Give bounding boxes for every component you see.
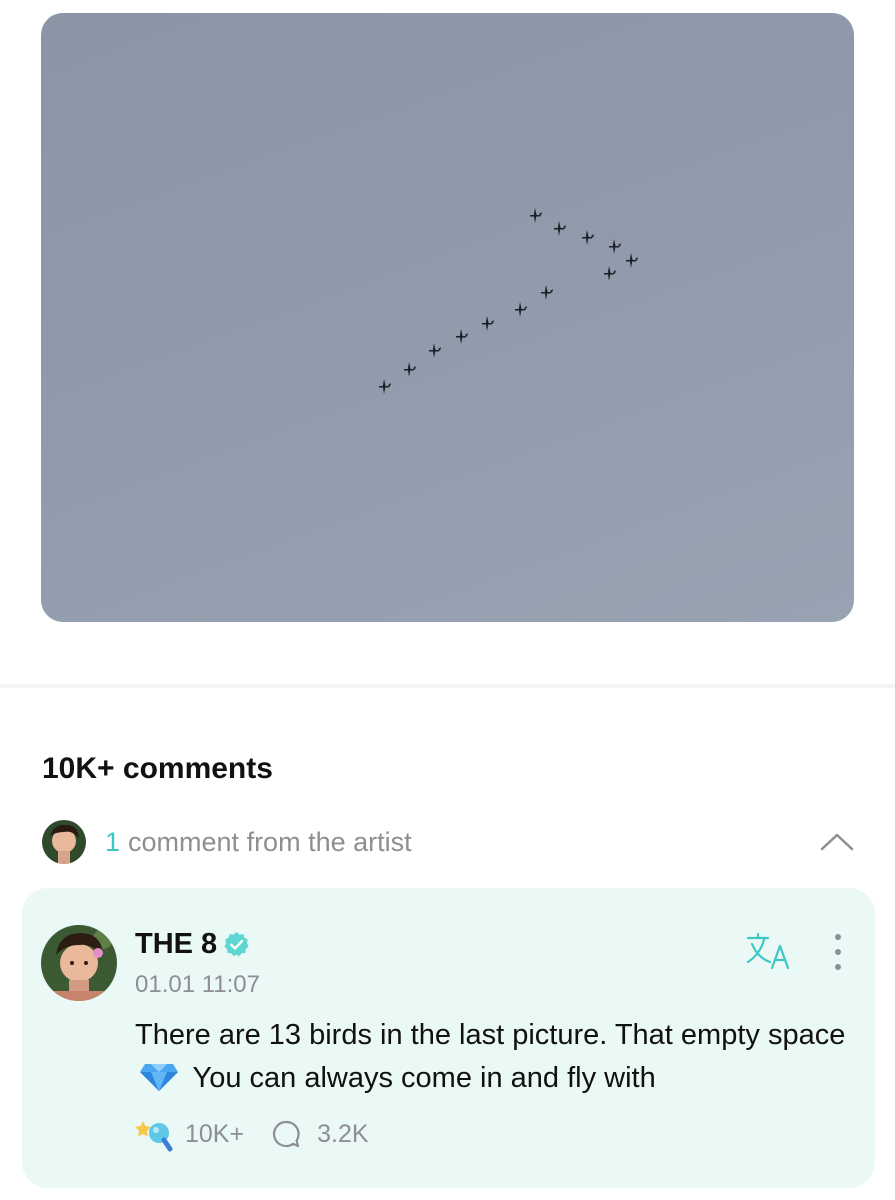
bird <box>515 302 527 317</box>
reply-button[interactable]: 3.2K <box>244 1119 369 1149</box>
comment-bubble-icon <box>273 1120 300 1148</box>
comment-body: There are 13 birds in the last picture. … <box>135 1014 855 1100</box>
comment-stats: 10K+ 3.2K <box>135 1114 369 1154</box>
bird <box>404 362 416 377</box>
username-text: THE 8 <box>135 928 218 960</box>
comment-timestamp: 01.01 11:07 <box>135 971 261 998</box>
bird <box>429 343 441 358</box>
post-photo[interactable] <box>41 13 854 622</box>
like-count: 10K+ <box>185 1119 245 1148</box>
artist-avatar-small <box>42 820 86 864</box>
bird <box>379 379 391 394</box>
bird <box>582 230 594 245</box>
artist-comments-toggle[interactable]: 1 comment from the artist <box>42 820 857 864</box>
section-divider <box>0 684 895 688</box>
artist-comment-count: 1 <box>105 826 121 857</box>
artist-comment-label: comment from the artist <box>128 826 412 857</box>
chevron-up-icon[interactable] <box>817 827 857 857</box>
comment-text-part1: There are 13 birds in the last picture. … <box>135 1019 846 1051</box>
bird <box>604 266 616 281</box>
bird <box>456 329 468 344</box>
bird <box>482 316 494 331</box>
more-options-icon[interactable] <box>828 932 848 972</box>
like-button[interactable]: 10K+ <box>135 1116 244 1152</box>
gem-emoji-icon <box>140 1064 178 1091</box>
commenter-avatar[interactable] <box>41 925 117 1001</box>
artist-comment-card: THE 8 01.01 11:07 There are 13 birds in … <box>22 888 875 1188</box>
bird <box>530 208 542 223</box>
verified-badge-icon <box>224 932 249 957</box>
bird <box>626 253 638 268</box>
reply-count: 3.2K <box>317 1119 369 1148</box>
commenter-name[interactable]: THE 8 <box>135 928 250 961</box>
bird-flock-illustration <box>379 208 638 394</box>
comment-text-part2: You can always come in and fly with <box>192 1062 656 1094</box>
comments-count-heading: 10K+ comments <box>42 752 273 785</box>
bird <box>554 221 566 236</box>
lightstick-icon <box>135 1121 173 1152</box>
bird <box>541 285 553 300</box>
bird <box>609 239 621 254</box>
translate-icon[interactable] <box>746 932 792 970</box>
